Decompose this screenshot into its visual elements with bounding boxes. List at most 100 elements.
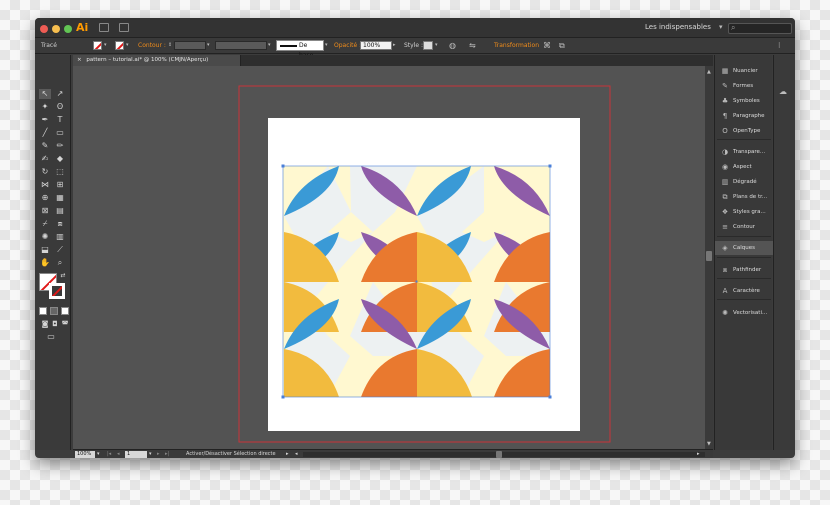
libraries-icon[interactable]: ☁: [779, 87, 787, 96]
hand-tool-icon[interactable]: ✋: [39, 258, 51, 268]
scroll-right-icon[interactable]: ▸: [697, 451, 700, 458]
rotate-tool-icon[interactable]: ↻: [39, 167, 51, 177]
eyedropper-tool-icon[interactable]: ⌿: [39, 219, 51, 229]
rectangle-tool-icon[interactable]: ▭: [54, 128, 66, 138]
panel-pathfinder[interactable]: ⧈ Pathfinder: [715, 263, 773, 277]
selection-handle[interactable]: [281, 395, 285, 399]
magic-wand-tool-icon[interactable]: ✦: [39, 102, 51, 112]
draw-inside-icon[interactable]: ◚: [59, 319, 71, 329]
selection-handle[interactable]: [548, 395, 552, 399]
isolate-selection-icon[interactable]: ⌘: [543, 41, 551, 50]
transform-label[interactable]: Transformation: [494, 42, 539, 49]
arrange-options-icon[interactable]: ⧉: [559, 41, 565, 50]
bridge-icon[interactable]: [99, 23, 109, 32]
panel-gradient[interactable]: ▥ Dégradé: [715, 175, 773, 189]
horizontal-scroll-thumb[interactable]: [496, 451, 502, 458]
shape-builder-tool-icon[interactable]: ⊕: [39, 193, 51, 203]
stroke-dropdown-icon[interactable]: ▾: [126, 42, 129, 48]
pen-tool-icon[interactable]: ✒: [39, 115, 51, 125]
eraser-tool-icon[interactable]: ◆: [54, 154, 66, 164]
control-bar-menu-icon[interactable]: ⁝: [778, 41, 781, 50]
paintbrush-tool-icon[interactable]: ✎: [39, 141, 51, 151]
panel-character[interactable]: A Caractère: [715, 284, 773, 298]
symbol-sprayer-tool-icon[interactable]: ✺: [39, 232, 51, 242]
graphic-style-dropdown-icon[interactable]: ▾: [435, 42, 438, 48]
blend-tool-icon[interactable]: ⧈: [54, 219, 66, 229]
document-tab[interactable]: × pattern – tutorial.ai* @ 100% (CMJN/Ap…: [73, 55, 241, 66]
fill-swatch[interactable]: [93, 41, 102, 50]
brush-definition-dropdown-icon[interactable]: ▾: [325, 42, 328, 48]
panel-layers[interactable]: ◈ Calques: [715, 241, 773, 255]
slice-tool-icon[interactable]: ⟋: [54, 245, 66, 255]
stroke-weight-stepper[interactable]: ⇕: [168, 42, 172, 48]
opacity-input[interactable]: 100%: [360, 41, 392, 50]
fill-dropdown-icon[interactable]: ▾: [104, 42, 107, 48]
status-menu-icon[interactable]: ▸: [286, 451, 289, 458]
none-mode-icon[interactable]: [61, 307, 69, 315]
panel-appearance[interactable]: ◉ Aspect: [715, 160, 773, 174]
panel-image-trace[interactable]: ✺ Vectorisati...: [715, 306, 773, 320]
panel-opentype[interactable]: O OpenType: [715, 124, 773, 138]
mesh-tool-icon[interactable]: ⊠: [39, 206, 51, 216]
panel-brushes[interactable]: ✎ Formes: [715, 79, 773, 93]
canvas[interactable]: [73, 66, 705, 449]
vertical-scroll-thumb[interactable]: [706, 251, 712, 261]
type-tool-icon[interactable]: T: [54, 115, 66, 125]
search-input[interactable]: ⌕: [728, 23, 792, 34]
selection-handle[interactable]: [548, 164, 552, 168]
gradient-tool-icon[interactable]: ▤: [54, 206, 66, 216]
blob-brush-tool-icon[interactable]: ✍: [39, 154, 51, 164]
free-transform-tool-icon[interactable]: ⊞: [54, 180, 66, 190]
stroke-weight-dropdown-icon[interactable]: ▾: [207, 42, 210, 48]
width-tool-icon[interactable]: ⋈: [39, 180, 51, 190]
panel-transparency[interactable]: ◑ Transpare...: [715, 145, 773, 159]
pencil-tool-icon[interactable]: ✏: [54, 141, 66, 151]
opacity-dropdown-icon[interactable]: ▸: [393, 42, 396, 48]
panel-symbols[interactable]: ♣ Symboles: [715, 94, 773, 108]
panel-graphic-styles[interactable]: ❖ Styles gra...: [715, 205, 773, 219]
artboard-number-field[interactable]: 1: [125, 451, 147, 458]
perspective-grid-tool-icon[interactable]: ▦: [54, 193, 66, 203]
brush-definition-select[interactable]: De base: [276, 40, 324, 59]
last-artboard-icon[interactable]: ▸|: [165, 451, 169, 458]
lasso-tool-icon[interactable]: ʘ: [54, 102, 66, 112]
close-window-button[interactable]: [40, 25, 48, 33]
align-options-icon[interactable]: ⇋: [469, 41, 476, 50]
scroll-up-icon[interactable]: ▲: [707, 69, 711, 75]
zoom-dropdown-icon[interactable]: ▾: [97, 451, 100, 458]
previous-artboard-icon[interactable]: ◂: [117, 451, 120, 458]
stroke-weight-field[interactable]: [174, 41, 206, 50]
minimize-window-button[interactable]: [52, 25, 60, 33]
stroke-color-box[interactable]: [49, 283, 65, 299]
graphic-style-swatch[interactable]: [423, 41, 433, 50]
recolor-artwork-icon[interactable]: ◍: [449, 41, 456, 50]
opacity-label[interactable]: Opacité :: [334, 42, 361, 49]
column-graph-tool-icon[interactable]: ▥: [54, 232, 66, 242]
screen-mode-icon[interactable]: ▭: [45, 332, 57, 342]
panel-artboards[interactable]: ⧉ Plans de tr...: [715, 190, 773, 204]
panel-stroke[interactable]: ≡ Contour: [715, 220, 773, 234]
variable-width-profile[interactable]: [215, 41, 267, 50]
scale-tool-icon[interactable]: ⬚: [54, 167, 66, 177]
stroke-swatch[interactable]: [115, 41, 124, 50]
pattern-artwork[interactable]: [281, 164, 552, 399]
next-artboard-icon[interactable]: ▸: [157, 451, 160, 458]
zoom-window-button[interactable]: [64, 25, 72, 33]
selection-tool-icon[interactable]: ↖: [39, 89, 51, 99]
arrange-documents-icon[interactable]: [119, 23, 129, 32]
scroll-down-icon[interactable]: ▼: [707, 441, 711, 447]
stroke-weight-label[interactable]: Contour :: [138, 42, 166, 49]
first-artboard-icon[interactable]: |◂: [107, 451, 111, 458]
horizontal-scrollbar[interactable]: [303, 452, 705, 457]
zoom-level-field[interactable]: 100%: [75, 451, 95, 458]
direct-selection-tool-icon[interactable]: ↗: [54, 89, 66, 99]
panel-paragraph[interactable]: ¶ Paragraphe: [715, 109, 773, 123]
workspace-caret-icon[interactable]: ▾: [719, 23, 723, 31]
swap-fill-stroke-icon[interactable]: ⇄: [57, 271, 69, 281]
close-tab-icon[interactable]: ×: [77, 57, 82, 63]
scroll-left-icon[interactable]: ◂: [295, 451, 298, 458]
selection-handle[interactable]: [281, 164, 285, 168]
color-mode-icon[interactable]: [39, 307, 47, 315]
variable-width-dropdown-icon[interactable]: ▾: [268, 42, 271, 48]
zoom-tool-icon[interactable]: ⌕: [54, 258, 66, 268]
